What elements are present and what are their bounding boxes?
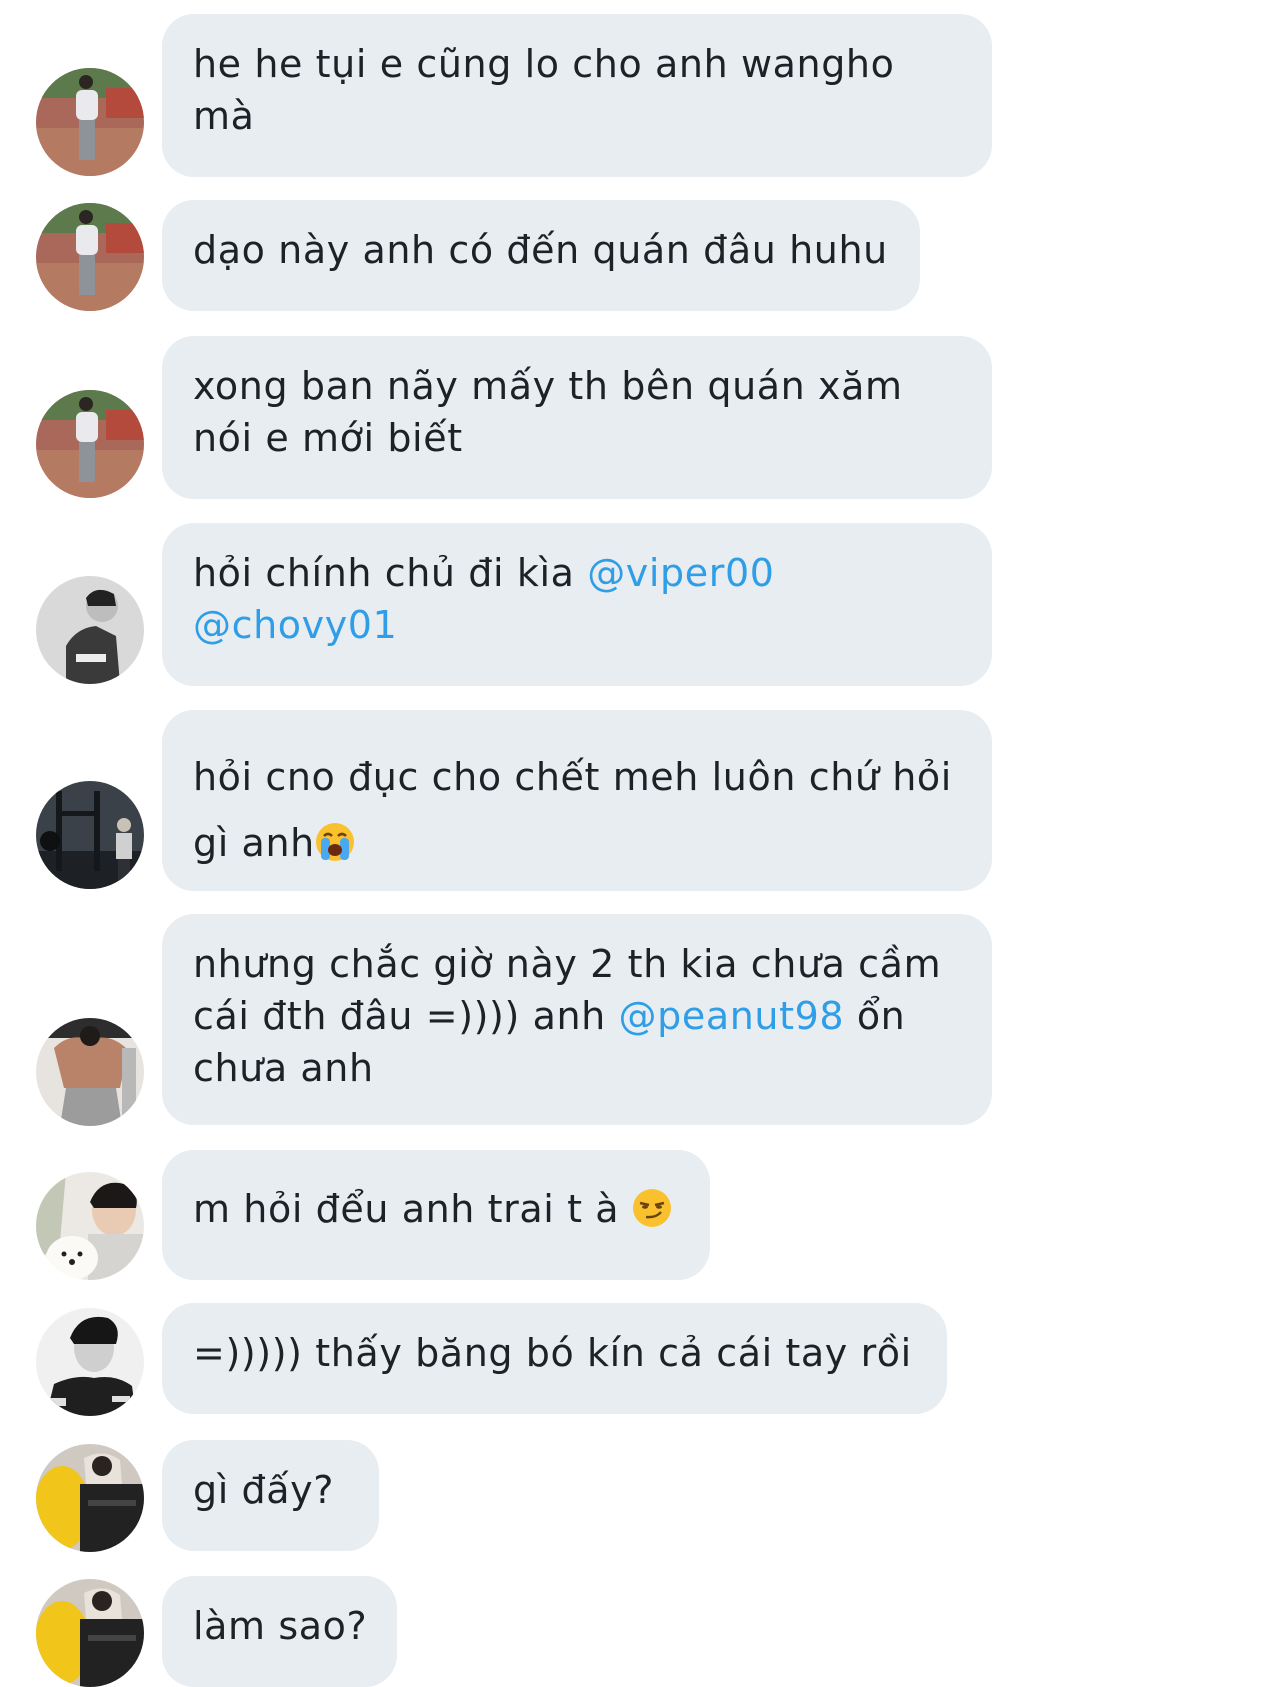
message-line: nhưng chắc giờ này 2 th kia chưa cầm	[193, 942, 942, 986]
avatar-photo-bw-jersey-icon	[36, 1308, 144, 1416]
message-line: xong ban nãy mấy th bên quán xăm	[193, 364, 903, 408]
avatar[interactable]	[36, 1308, 144, 1416]
message-line: @chovy01	[193, 599, 962, 651]
message-line: nói e mới biết	[193, 416, 463, 460]
avatar[interactable]	[36, 68, 144, 176]
message-line: mà	[193, 94, 255, 138]
avatar-photo-courtyard-icon	[36, 68, 144, 176]
message-line: he he tụi e cũng lo cho anh wangho	[193, 42, 895, 86]
message-line: làm sao?	[193, 1604, 368, 1648]
message-bubble[interactable]: hỏi cno đục cho chết meh luôn chứ hỏi gì…	[162, 710, 992, 891]
message-line: gì anh	[193, 810, 962, 882]
message-line: chưa anh	[193, 1046, 374, 1090]
avatar-photo-with-dog-icon	[36, 1172, 144, 1280]
message-text: m hỏi đểu anh trai t à	[193, 1187, 632, 1231]
avatar-photo-gym-icon	[36, 781, 144, 889]
message-text: cái đth đâu =)))) anh	[193, 994, 619, 1038]
message-line: m hỏi đểu anh trai t à	[193, 1183, 680, 1241]
avatar[interactable]	[36, 1579, 144, 1687]
avatar[interactable]	[36, 390, 144, 498]
message-bubble[interactable]: dạo này anh có đến quán đâu huhu	[162, 200, 920, 311]
avatar-photo-profile-bw-icon	[36, 576, 144, 684]
smirking-face-icon	[632, 1188, 672, 1241]
mention-link[interactable]: @chovy01	[193, 603, 397, 647]
message-text: hỏi chính chủ đi kìa	[193, 551, 588, 595]
message-text: ổn	[844, 994, 906, 1038]
avatar-photo-courtyard-icon	[36, 390, 144, 498]
message-bubble[interactable]: làm sao?	[162, 1576, 397, 1687]
loudly-crying-face-icon	[315, 816, 355, 882]
message-bubble[interactable]: =))))) thấy băng bó kín cả cái tay rồi	[162, 1303, 947, 1414]
message-text: gì anh	[193, 821, 315, 865]
avatar[interactable]	[36, 576, 144, 684]
message-bubble[interactable]: he he tụi e cũng lo cho anh wangho mà	[162, 14, 992, 177]
message-bubble[interactable]: m hỏi đểu anh trai t à	[162, 1150, 710, 1280]
message-line: =))))) thấy băng bó kín cả cái tay rồi	[193, 1331, 912, 1375]
avatar-photo-back-flex-icon	[36, 1018, 144, 1126]
avatar-photo-yellow-chair-icon	[36, 1444, 144, 1552]
mention-link[interactable]: @viper00	[587, 551, 774, 595]
message-bubble[interactable]: hỏi chính chủ đi kìa @viper00 @chovy01	[162, 523, 992, 686]
avatar[interactable]	[36, 203, 144, 311]
message-bubble[interactable]: gì đấy?	[162, 1440, 379, 1551]
avatar[interactable]	[36, 781, 144, 889]
message-bubble[interactable]: nhưng chắc giờ này 2 th kia chưa cầm cái…	[162, 914, 992, 1125]
message-bubble[interactable]: xong ban nãy mấy th bên quán xăm nói e m…	[162, 336, 992, 499]
avatar[interactable]	[36, 1172, 144, 1280]
message-line: hỏi chính chủ đi kìa @viper00	[193, 547, 962, 599]
avatar-photo-courtyard-icon	[36, 203, 144, 311]
message-line: cái đth đâu =)))) anh @peanut98 ổn	[193, 990, 962, 1042]
avatar-photo-yellow-chair-icon	[36, 1579, 144, 1687]
message-line: hỏi cno đục cho chết meh luôn chứ hỏi	[193, 755, 952, 799]
mention-link[interactable]: @peanut98	[619, 994, 845, 1038]
avatar[interactable]	[36, 1444, 144, 1552]
message-line: gì đấy?	[193, 1468, 335, 1512]
avatar[interactable]	[36, 1018, 144, 1126]
message-line: dạo này anh có đến quán đâu huhu	[193, 228, 888, 272]
